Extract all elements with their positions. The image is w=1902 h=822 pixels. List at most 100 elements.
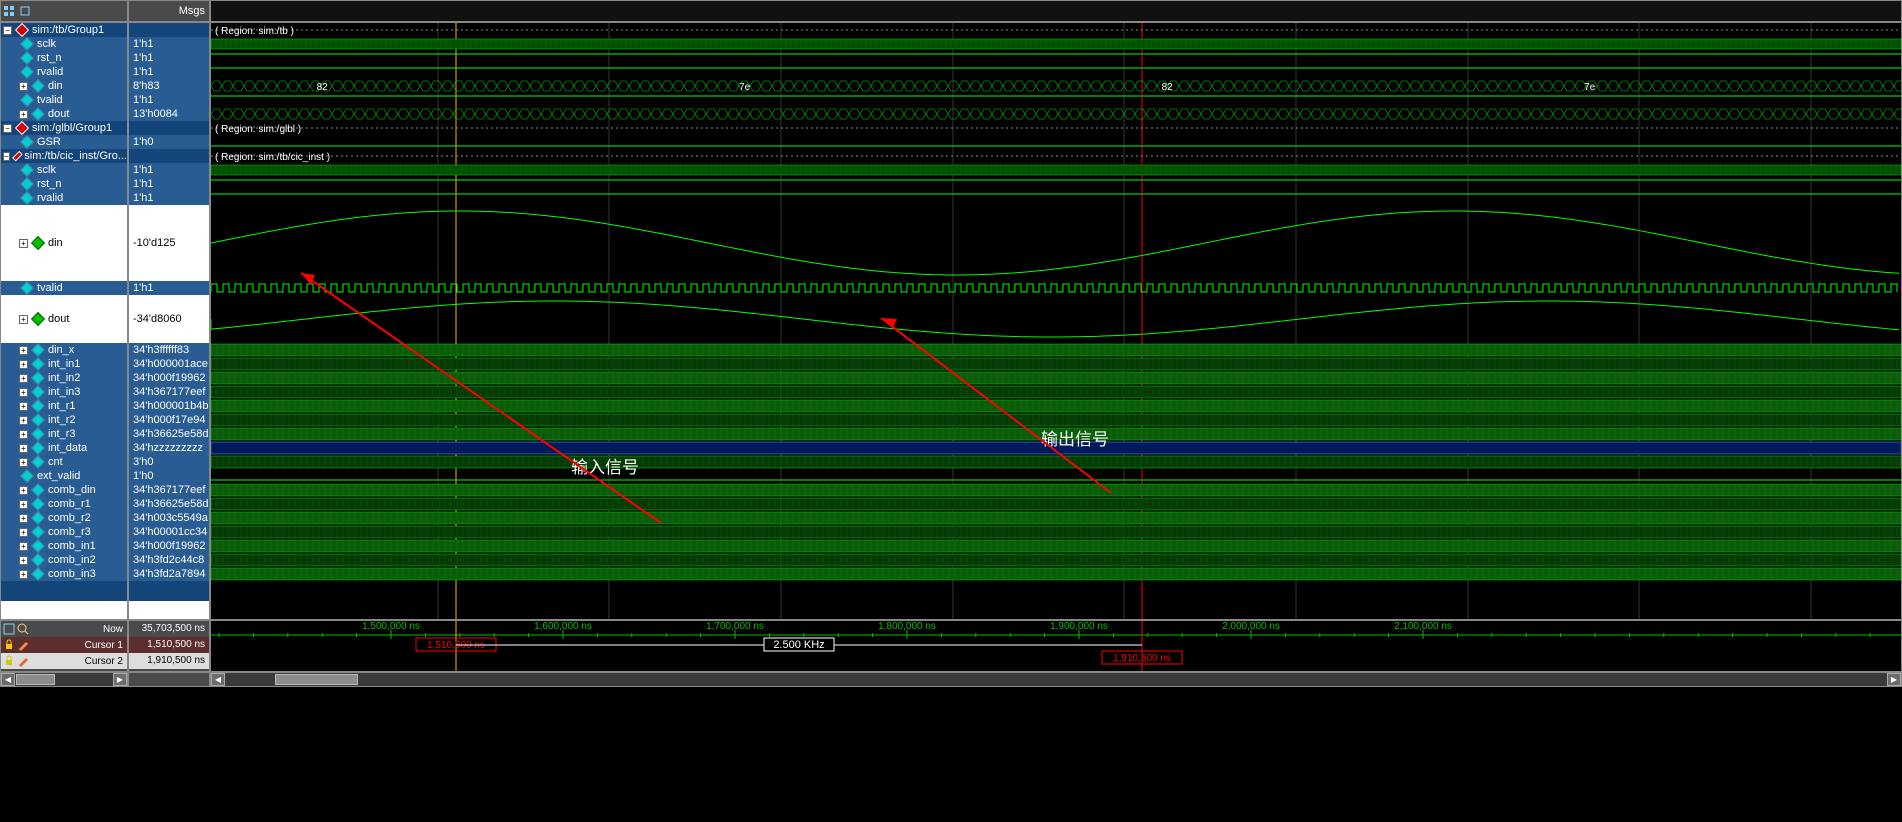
collapse-icon[interactable]: − (3, 26, 12, 35)
wave-scroll-right-button[interactable]: ▶ (1887, 673, 1901, 686)
expand-all-icon[interactable] (3, 5, 15, 17)
signal-row[interactable]: +int_in2 (1, 371, 127, 385)
expand-icon[interactable]: + (19, 542, 28, 551)
collapse-icon[interactable]: − (3, 152, 10, 161)
signal-row[interactable]: +int_in3 (1, 385, 127, 399)
collapse-all-icon[interactable] (19, 5, 31, 17)
expand-icon[interactable]: + (19, 346, 28, 355)
expand-icon[interactable]: + (19, 430, 28, 439)
signal-row[interactable]: −sim:/tb/cic_inst/Gro... (1, 149, 127, 163)
zoom-in-icon[interactable] (17, 623, 29, 635)
now-value: 35,703,500 ns (129, 621, 209, 637)
header-wave (210, 0, 1902, 22)
signal-name-text: sclk (35, 164, 56, 176)
expand-icon[interactable]: + (19, 360, 28, 369)
signal-row[interactable]: rst_n (1, 51, 127, 65)
signal-row[interactable]: +comb_r3 (1, 525, 127, 539)
hscroll-names-track[interactable] (15, 673, 113, 686)
lock-icon[interactable] (3, 655, 15, 667)
signal-row[interactable]: sclk (1, 163, 127, 177)
signal-row[interactable]: + dout (1, 107, 127, 121)
expand-icon[interactable]: + (19, 486, 28, 495)
expand-icon[interactable]: + (19, 416, 28, 425)
signal-value: 1'h0 (129, 135, 209, 149)
signal-row[interactable]: rvalid (1, 65, 127, 79)
edit-cursor-icon[interactable] (17, 655, 29, 667)
scroll-left-button[interactable]: ◀ (1, 673, 15, 686)
edit-cursor-icon[interactable] (17, 639, 29, 651)
signal-row[interactable]: +int_data (1, 441, 127, 455)
signal-row[interactable]: −sim:/glbl/Group1 (1, 121, 127, 135)
expand-icon[interactable]: + (19, 402, 28, 411)
signal-row[interactable]: +din_x (1, 343, 127, 357)
hscroll-names-thumb[interactable] (16, 674, 55, 685)
expand-icon[interactable]: + (19, 315, 28, 324)
collapse-icon[interactable]: − (3, 124, 12, 133)
signal-row[interactable]: +din (1, 205, 127, 281)
signal-icon (20, 65, 34, 79)
signal-row[interactable]: + comb_in1 (1, 539, 127, 553)
signal-row[interactable]: ext_valid (1, 469, 127, 483)
expand-icon[interactable]: + (19, 570, 28, 579)
signal-names-pane[interactable]: −sim:/tb/Group1sclkrst_nrvalid+dintvalid… (0, 22, 128, 620)
footer-msgs-scrollbar-spacer (128, 672, 210, 687)
signal-row[interactable]: sclk (1, 37, 127, 51)
signal-row[interactable]: +comb_r2 (1, 511, 127, 525)
waveform-canvas[interactable]: ( Region: sim:/tb )827e827e( Region: sim… (210, 22, 1902, 620)
expand-icon[interactable]: + (19, 374, 28, 383)
expand-icon[interactable]: + (19, 388, 28, 397)
time-axis[interactable]: 1,500,000 ns1,600,000 ns1,700,000 ns1,80… (210, 620, 1902, 672)
wave-hscroll-thumb[interactable] (275, 674, 358, 685)
signal-row[interactable]: +int_r2 (1, 413, 127, 427)
signal-icon (20, 163, 34, 177)
signal-value: 3'h0 (129, 455, 209, 469)
signal-value: 34'h3ffffff83 (129, 343, 209, 357)
signal-value: 34'h00001cc34 (129, 525, 209, 539)
signal-row[interactable]: +int_in1 (1, 357, 127, 371)
svg-text:7e: 7e (1584, 82, 1596, 93)
signal-name-text: int_r3 (46, 428, 76, 440)
expand-icon[interactable]: + (19, 444, 28, 453)
signal-row[interactable]: +comb_din (1, 483, 127, 497)
signal-value: 1'h1 (129, 281, 209, 295)
signal-name-text: comb_in1 (46, 540, 96, 552)
signal-row[interactable]: rvalid (1, 191, 127, 205)
signal-name-text: tvalid (35, 282, 63, 294)
expand-icon[interactable]: + (19, 458, 28, 467)
signal-icon (31, 413, 45, 427)
expand-icon[interactable]: + (19, 82, 28, 91)
wave-scroll-left-button[interactable]: ◀ (211, 673, 225, 686)
expand-icon[interactable]: + (19, 514, 28, 523)
expand-icon[interactable]: + (19, 528, 28, 537)
svg-text:82: 82 (317, 82, 329, 93)
signal-row[interactable]: +comb_r1 (1, 497, 127, 511)
zoom-fit-icon[interactable] (3, 623, 15, 635)
signal-value: 34'h3fd2a7894 (129, 567, 209, 581)
expand-icon[interactable]: + (19, 556, 28, 565)
scroll-right-button[interactable]: ▶ (113, 673, 127, 686)
signal-row[interactable]: + int_r3 (1, 427, 127, 441)
expand-icon[interactable]: + (19, 239, 28, 248)
signal-row[interactable]: +comb_in2 (1, 553, 127, 567)
signal-icon (31, 371, 45, 385)
signal-name-text: dout (46, 108, 69, 120)
signal-icon (31, 385, 45, 399)
signal-values-pane[interactable]: 1'h11'h11'h18'h831'h113'h00841'h01'h11'h… (128, 22, 210, 620)
signal-row[interactable]: rst_n (1, 177, 127, 191)
expand-icon[interactable]: + (19, 500, 28, 509)
signal-row[interactable]: +comb_in3 (1, 567, 127, 581)
signal-row[interactable]: +dout (1, 295, 127, 343)
signal-icon (31, 553, 45, 567)
signal-row[interactable]: −sim:/tb/Group1 (1, 23, 127, 37)
wave-hscroll-track[interactable] (225, 673, 1887, 686)
signal-name-text: rst_n (35, 178, 61, 190)
expand-icon[interactable]: + (19, 110, 28, 119)
signal-row[interactable]: tvalid (1, 281, 127, 295)
signal-row[interactable]: +cnt (1, 455, 127, 469)
signal-row[interactable]: +int_r1 (1, 399, 127, 413)
signal-icon (20, 93, 34, 107)
signal-row[interactable]: GSR (1, 135, 127, 149)
lock-icon[interactable] (3, 639, 15, 651)
signal-row[interactable]: tvalid (1, 93, 127, 107)
signal-row[interactable]: +din (1, 79, 127, 93)
